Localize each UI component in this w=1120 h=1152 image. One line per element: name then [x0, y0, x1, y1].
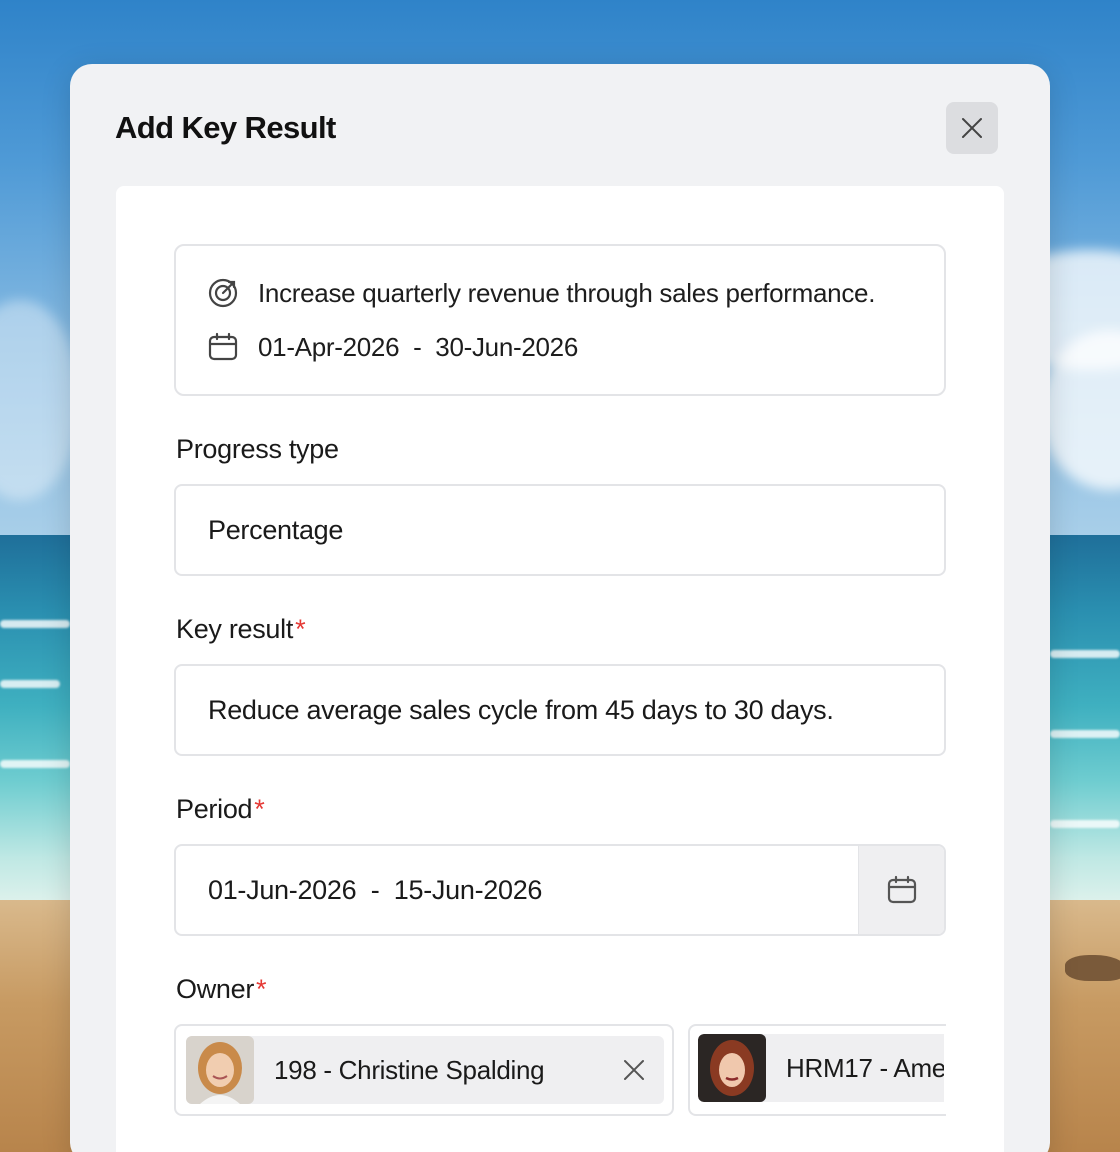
add-key-result-dialog: Add Key Result Increase quarterly revenu… [70, 64, 1050, 1152]
progress-type-field[interactable]: Percentage [174, 484, 946, 576]
wave [1050, 730, 1120, 738]
remove-icon[interactable] [620, 1056, 648, 1084]
calendar-icon [206, 330, 240, 364]
objective-summary: Increase quarterly revenue through sales… [174, 244, 946, 396]
period-value: 01-Jun-2026 - 15-Jun-2026 [208, 875, 543, 905]
required-asterisk: * [256, 974, 267, 1004]
calendar-icon [887, 875, 916, 904]
owner-name: 198 - Christine Spalding [274, 1055, 545, 1085]
period-label-text: Period [176, 794, 253, 824]
owner-field[interactable]: 198 - Christine Spalding [174, 1024, 674, 1116]
wave [1050, 650, 1120, 658]
progress-type-label-text: Progress type [176, 434, 339, 464]
close-icon [962, 118, 982, 138]
owner-name: HRM17 - Ame [786, 1053, 944, 1083]
owner-chip[interactable]: HRM17 - Ame [698, 1034, 944, 1102]
period-label: Period* [176, 794, 265, 825]
key-result-label-text: Key result [176, 614, 294, 644]
wave [0, 620, 70, 628]
wave [0, 760, 70, 768]
required-asterisk: * [295, 614, 306, 644]
target-icon [206, 276, 240, 310]
required-asterisk: * [254, 794, 265, 824]
objective-date-range: 01-Apr-2026 - 30-Jun-2026 [258, 331, 578, 362]
period-field[interactable]: 01-Jun-2026 - 15-Jun-2026 [174, 844, 946, 936]
objective-name: Increase quarterly revenue through sales… [258, 277, 876, 308]
owner-label: Owner* [176, 974, 267, 1005]
objective-date-row: 01-Apr-2026 - 30-Jun-2026 [206, 330, 578, 364]
wave [1050, 820, 1120, 828]
key-result-input[interactable]: Reduce average sales cycle from 45 days … [174, 664, 946, 756]
progress-type-label: Progress type [176, 434, 339, 465]
owner-label-text: Owner [176, 974, 255, 1004]
key-result-label: Key result* [176, 614, 306, 645]
wave [0, 680, 60, 688]
progress-type-value: Percentage [208, 515, 344, 545]
objective-row: Increase quarterly revenue through sales… [206, 276, 875, 310]
avatar [186, 1036, 254, 1104]
close-button[interactable] [946, 102, 998, 154]
key-result-value: Reduce average sales cycle from 45 days … [208, 695, 834, 725]
dialog-title: Add Key Result [115, 110, 336, 145]
avatar [698, 1034, 766, 1102]
rock [1065, 955, 1120, 981]
period-calendar-button[interactable] [858, 846, 944, 934]
form-panel: Increase quarterly revenue through sales… [116, 186, 1004, 1152]
owner-chip[interactable]: 198 - Christine Spalding [186, 1036, 664, 1104]
